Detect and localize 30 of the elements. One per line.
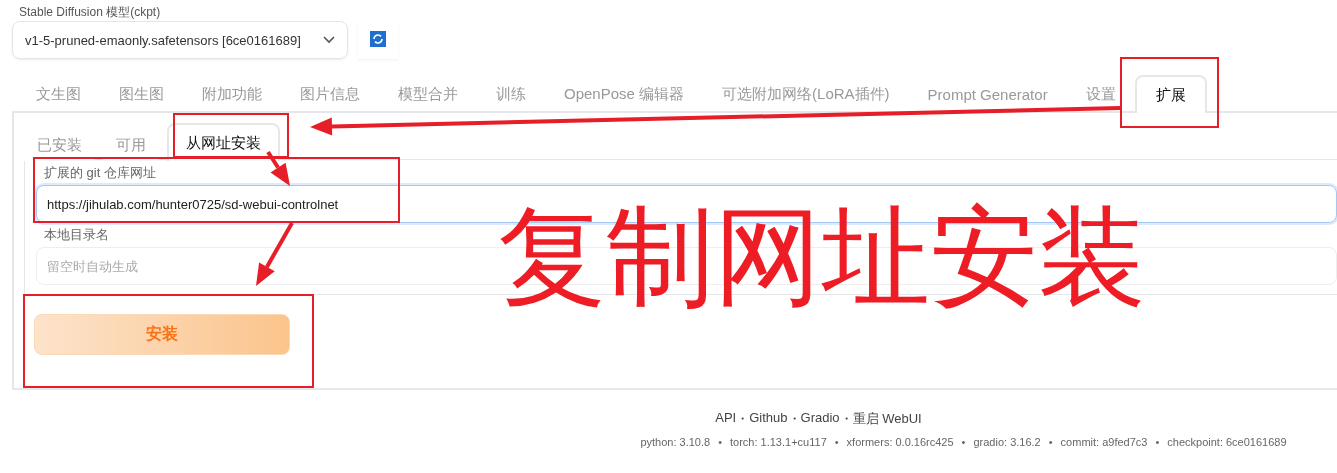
field-label: 本地目录名 — [43, 226, 110, 244]
chevron-icon — [323, 36, 335, 44]
tab[interactable]: 从网址安装 — [167, 123, 280, 161]
version-info: xformers: 0.0.16rc425 — [846, 436, 954, 448]
version-info: commit: a9fed7c3 — [1060, 436, 1148, 448]
separator: ・ — [787, 410, 801, 428]
tab[interactable]: 扩展 — [1134, 75, 1207, 113]
install-button[interactable]: 安装 — [34, 314, 290, 355]
version-info: checkpoint: 6ce0161689 — [1167, 436, 1287, 448]
arrow — [266, 150, 290, 186]
version-info: gradio: 3.16.2 — [973, 436, 1041, 448]
version-info: torch: 1.13.1+cu117 — [730, 436, 827, 448]
footer-link[interactable]: Gradio — [800, 410, 840, 428]
arrow — [256, 222, 294, 286]
model-dropdown[interactable]: v1-5-pruned-emaonly.safetensors [6ce0161689] — [12, 21, 348, 59]
separator: • — [961, 436, 966, 448]
model-label: Stable Diffusion 模型(ckpt) — [18, 4, 162, 21]
footer-link[interactable]: Github — [749, 410, 788, 428]
version-info: python: 3.10.8 — [640, 436, 711, 448]
separator: ・ — [839, 410, 853, 428]
separator: • — [1048, 436, 1053, 448]
separator: • — [1155, 436, 1160, 448]
refresh-icon — [370, 31, 386, 47]
separator: • — [834, 436, 839, 448]
footer-link[interactable]: 重启 WebUI — [852, 410, 922, 428]
separator: ・ — [736, 410, 750, 428]
separator: • — [718, 436, 722, 448]
footer-link[interactable]: API — [715, 410, 737, 428]
refresh-button[interactable] — [358, 19, 398, 59]
field-label: 扩展的 git 仓库网址 — [43, 164, 157, 182]
